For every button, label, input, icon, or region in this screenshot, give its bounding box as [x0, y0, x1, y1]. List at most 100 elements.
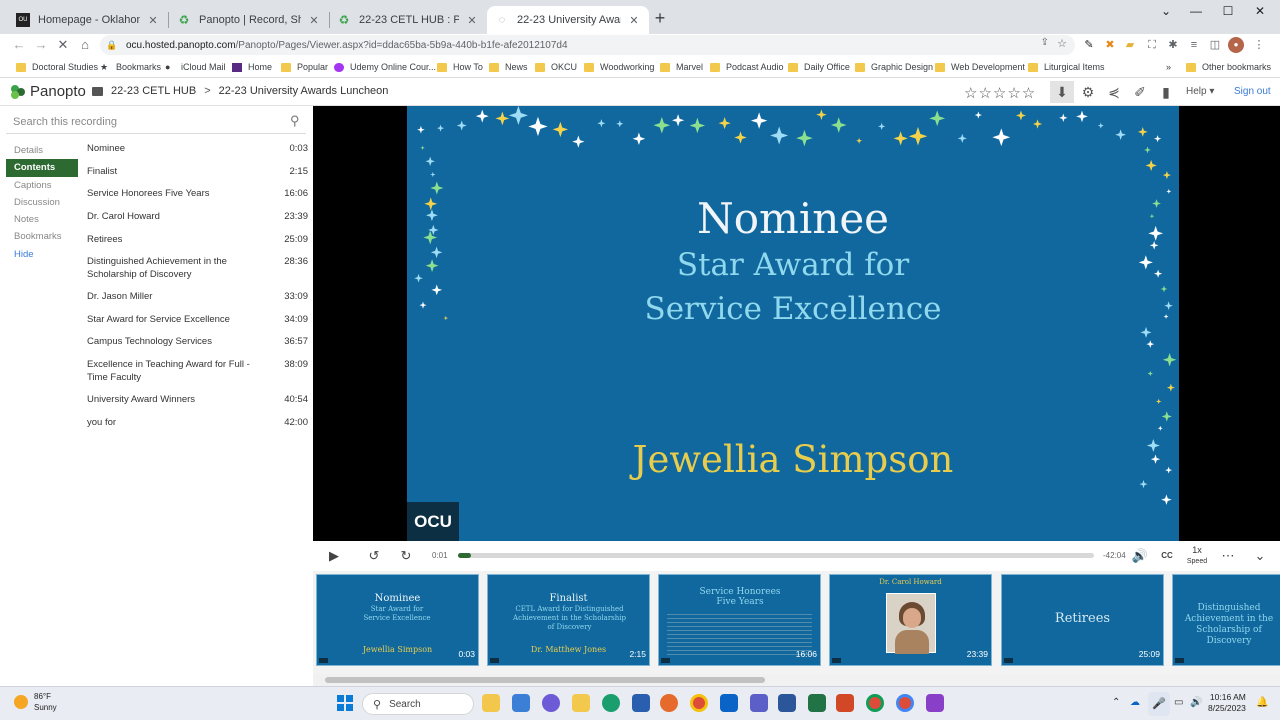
- bookmark-item[interactable]: How To: [437, 59, 483, 75]
- chrome-profile-icon[interactable]: [896, 694, 914, 712]
- search-icon[interactable]: ⚲: [290, 113, 304, 128]
- nav-hide[interactable]: Hide: [6, 246, 78, 263]
- outlook-icon[interactable]: [720, 694, 738, 712]
- bookmark-item[interactable]: Udemy Online Cour...: [334, 59, 436, 75]
- other-bookmarks[interactable]: Other bookmarks: [1186, 59, 1271, 75]
- browser-tab-active[interactable]: ◌ 22-23 University Awards Luncheo ✕: [487, 6, 649, 34]
- thumbnail-scrollbar[interactable]: [313, 674, 1280, 686]
- contents-item[interactable]: University Award Winners 40:54: [80, 394, 308, 407]
- screenshot-extension-icon[interactable]: ⛶: [1144, 37, 1160, 53]
- nav-captions[interactable]: Captions: [6, 177, 78, 194]
- url-bar[interactable]: 🔒 ocu.hosted.panopto.com/Panopto/Pages/V…: [100, 35, 1075, 55]
- bookmark-item[interactable]: OKCU: [535, 59, 577, 75]
- taskbar-search[interactable]: ⚲ Search: [362, 693, 474, 715]
- microphone-icon[interactable]: 🎤: [1148, 692, 1170, 716]
- nav-contents[interactable]: Contents: [6, 159, 78, 177]
- store-icon[interactable]: [632, 694, 650, 712]
- speed-button[interactable]: 1x Speed: [1183, 545, 1211, 567]
- thumbnail[interactable]: Nominee Star Award for Service Excellenc…: [316, 574, 479, 666]
- rating-stars[interactable]: ☆☆☆☆☆: [964, 84, 1036, 102]
- share-icon[interactable]: ⇪: [1041, 37, 1049, 48]
- chrome-icon[interactable]: [690, 694, 708, 712]
- onenote-icon[interactable]: [926, 694, 944, 712]
- captions-button[interactable]: CC: [1158, 547, 1176, 565]
- bookmark-star-icon[interactable]: ☆: [1057, 37, 1067, 50]
- widgets-icon[interactable]: [482, 694, 500, 712]
- scrollbar-thumb[interactable]: [325, 677, 765, 683]
- close-window-icon[interactable]: ✕: [1244, 0, 1276, 22]
- stop-loading-icon[interactable]: ✕: [54, 36, 72, 54]
- rewind-10-icon[interactable]: ↺: [365, 547, 383, 565]
- contents-item[interactable]: Excellence in Teaching Award for Full -T…: [80, 359, 308, 384]
- firefox-icon[interactable]: [660, 694, 678, 712]
- bookmark-item[interactable]: News: [489, 59, 528, 75]
- word-icon[interactable]: [778, 694, 796, 712]
- thumbnail[interactable]: Finalist CETL Award for Distinguished Ac…: [487, 574, 650, 666]
- show-hidden-icons-chevron[interactable]: ⌃: [1112, 697, 1120, 708]
- contents-item[interactable]: Dr. Carol Howard 23:39: [80, 211, 308, 224]
- bookmark-item[interactable]: Daily Office: [788, 59, 850, 75]
- network-icon[interactable]: ▭: [1174, 697, 1183, 708]
- browser-tab[interactable]: OU Homepage - Oklahoma City Uni ✕: [8, 6, 168, 34]
- browser-tab[interactable]: ♻ 22-23 CETL HUB : Panopto ✕: [329, 6, 487, 34]
- pen-extension-icon[interactable]: ✎: [1081, 37, 1097, 53]
- thumbnail[interactable]: Retirees 25:09: [1001, 574, 1164, 666]
- teams-icon[interactable]: [750, 694, 768, 712]
- nav-discussion[interactable]: Discussion: [6, 194, 78, 211]
- close-tab-icon[interactable]: ✕: [307, 14, 321, 27]
- new-tab-icon[interactable]: +: [652, 8, 668, 28]
- home-icon[interactable]: ⌂: [76, 36, 94, 54]
- bookmark-item[interactable]: ● iCloud Mail: [165, 59, 226, 75]
- system-clock[interactable]: 10:16 AM 8/25/2023: [1208, 692, 1246, 714]
- onedrive-icon[interactable]: ☁: [1130, 697, 1140, 708]
- contents-item[interactable]: Dr. Jason Miller 33:09: [80, 291, 308, 304]
- volume-tray-icon[interactable]: 🔊: [1190, 697, 1202, 708]
- bookmark-item[interactable]: Home: [232, 59, 272, 75]
- contents-item[interactable]: you for 42:00: [80, 417, 308, 430]
- close-tab-icon[interactable]: ✕: [627, 14, 641, 27]
- notification-bell-icon[interactable]: 🔔: [1256, 697, 1268, 708]
- task-view-icon[interactable]: [512, 694, 530, 712]
- help-menu[interactable]: Help ▾: [1186, 86, 1214, 97]
- chrome-profile-icon[interactable]: [866, 694, 884, 712]
- forward-arrow-icon[interactable]: →: [32, 36, 50, 54]
- bookmark-item[interactable]: Woodworking: [584, 59, 654, 75]
- thumbnail[interactable]: Service Honorees Five Years 16:06: [658, 574, 821, 666]
- play-icon[interactable]: ▶: [325, 547, 343, 565]
- thumbnail[interactable]: Dr. Carol Howard 23:39: [829, 574, 992, 666]
- close-tab-icon[interactable]: ✕: [465, 14, 479, 27]
- bookmark-item[interactable]: Doctoral Studies: [16, 59, 98, 75]
- search-recording-input[interactable]: Search this recording ⚲: [6, 110, 306, 134]
- tools-extension-icon[interactable]: ✖: [1102, 37, 1118, 53]
- teams-chat-icon[interactable]: [542, 694, 560, 712]
- contents-item[interactable]: Nominee 0:03: [80, 143, 308, 156]
- maximize-icon[interactable]: ☐: [1212, 0, 1244, 22]
- seek-bar[interactable]: [458, 553, 1094, 558]
- edge-icon[interactable]: [602, 694, 620, 712]
- panopto-logo[interactable]: Panopto: [10, 83, 86, 100]
- bookmark-item[interactable]: Popular: [281, 59, 328, 75]
- contents-item[interactable]: Finalist 2:15: [80, 166, 308, 179]
- browser-menu-icon[interactable]: ⋮: [1251, 37, 1267, 53]
- side-panel-icon[interactable]: ◫: [1207, 37, 1223, 53]
- contents-item[interactable]: Service Honorees Five Years 16:06: [80, 188, 308, 201]
- edit-clapper-icon[interactable]: ✐: [1131, 83, 1149, 101]
- excel-icon[interactable]: [808, 694, 826, 712]
- browser-tab[interactable]: ♻ Panopto | Record, Share, and Ma ✕: [169, 6, 329, 34]
- contents-item[interactable]: Campus Technology Services 36:57: [80, 336, 308, 349]
- weather-widget[interactable]: 86°F Sunny: [14, 691, 57, 713]
- bookmark-item[interactable]: Marvel: [660, 59, 703, 75]
- forward-10-icon[interactable]: ↻: [397, 547, 415, 565]
- volume-icon[interactable]: 🔊: [1131, 547, 1149, 565]
- bookmark-item[interactable]: ★ Bookmarks: [100, 59, 161, 75]
- bookmark-item[interactable]: Graphic Design: [855, 59, 933, 75]
- settings-gear-icon[interactable]: ⚙: [1079, 83, 1097, 101]
- bookmark-item[interactable]: Podcast Audio: [710, 59, 784, 75]
- profile-avatar[interactable]: ●: [1228, 37, 1244, 53]
- thumbnail[interactable]: Distinguished Achievement in the Scholar…: [1172, 574, 1280, 666]
- contents-item[interactable]: Distinguished Achievement in the Scholar…: [80, 256, 308, 281]
- close-tab-icon[interactable]: ✕: [146, 14, 160, 27]
- minimize-icon[interactable]: —: [1180, 0, 1212, 22]
- sign-out-link[interactable]: Sign out: [1234, 86, 1271, 97]
- windows-start-icon[interactable]: [337, 695, 353, 711]
